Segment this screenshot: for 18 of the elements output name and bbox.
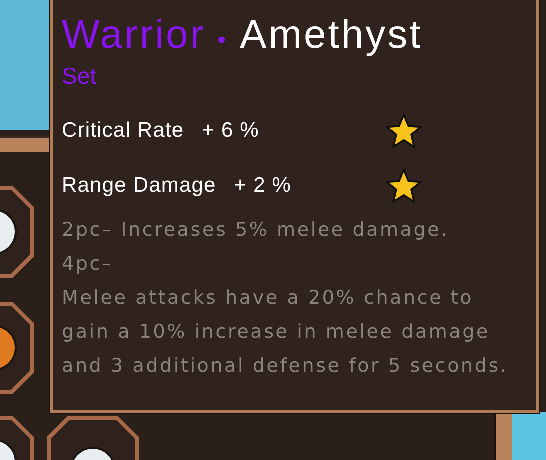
set-name: Warrior xyxy=(62,13,206,57)
set-bonus-text: 2pc– Increases 5% melee damage. xyxy=(62,218,450,243)
item-type: Set xyxy=(62,62,98,91)
orb-icon xyxy=(0,325,17,371)
separator-dot: • xyxy=(218,27,226,54)
orb-icon xyxy=(0,439,17,460)
set-bonus-text: 4pc– xyxy=(62,252,114,277)
stat-name: Critical Rate xyxy=(62,118,184,142)
sky-background xyxy=(512,412,546,460)
star-icon xyxy=(385,112,423,148)
set-bonus-text: Melee attacks have a 20% chance to gain a 10% increase in melee damage and 3 additional defense for 5 seconds. xyxy=(62,286,510,379)
stat-value: + 2 % xyxy=(234,174,292,198)
orb-icon xyxy=(0,209,17,255)
stat-value: + 6 % xyxy=(202,118,260,142)
stat-name: Range Damage xyxy=(62,174,216,198)
gem-name: Amethyst xyxy=(240,13,423,57)
orb-icon xyxy=(70,447,116,460)
star-icon xyxy=(385,168,423,204)
